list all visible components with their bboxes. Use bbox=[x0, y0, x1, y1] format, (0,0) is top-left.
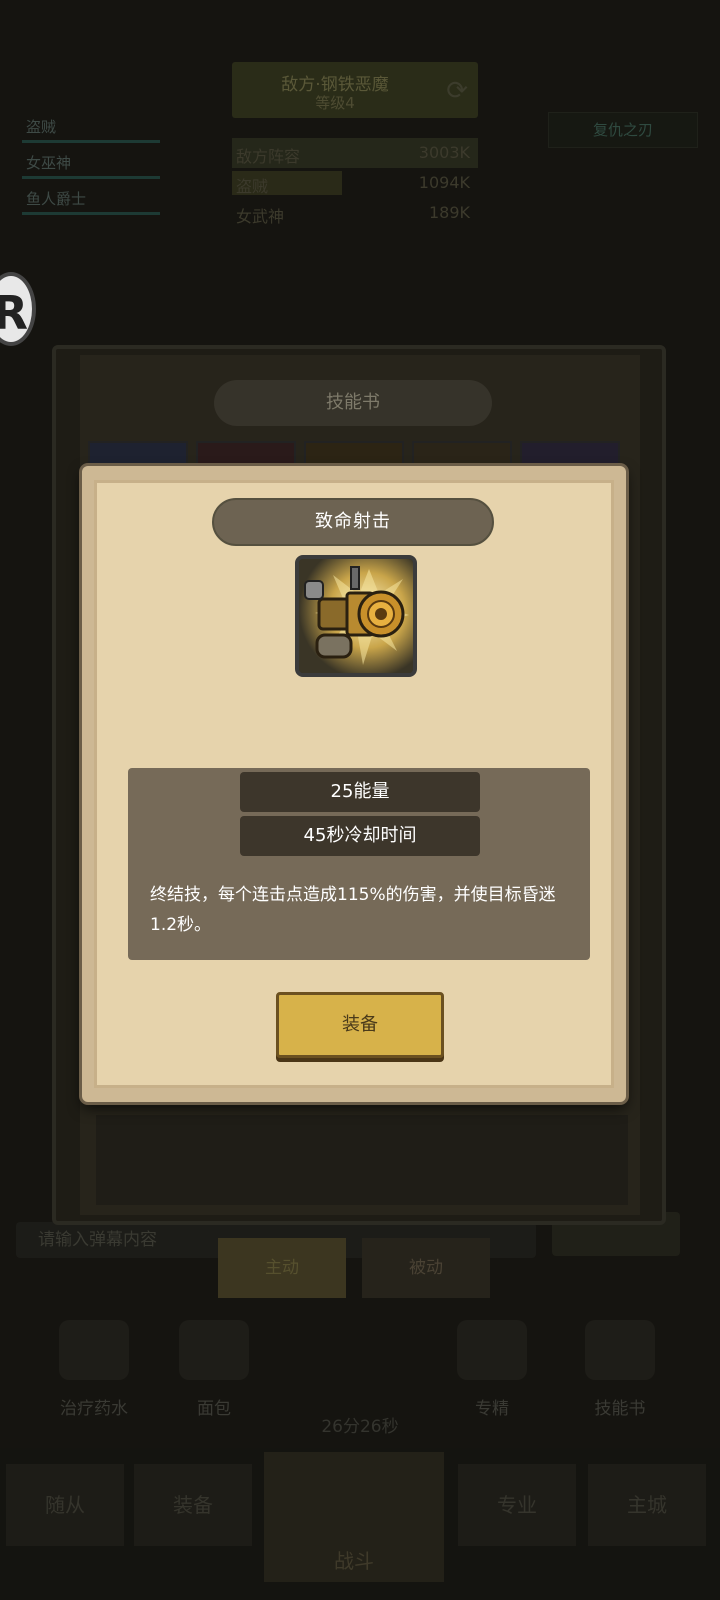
item-mastery[interactable]: 专精 bbox=[432, 1320, 552, 1419]
item-bread[interactable]: 面包 bbox=[154, 1320, 274, 1419]
item-potion[interactable]: 治疗药水 bbox=[34, 1320, 154, 1419]
stat-row: 盗贼 1094K bbox=[232, 168, 478, 198]
bread-icon bbox=[179, 1320, 249, 1380]
tab-active[interactable]: 主动 bbox=[218, 1238, 346, 1298]
revenge-blade-button[interactable]: 复仇之刃 bbox=[548, 112, 698, 148]
skill-name: 致命射击 bbox=[212, 498, 494, 546]
potion-icon bbox=[59, 1320, 129, 1380]
skill-book-footer bbox=[96, 1115, 628, 1205]
damage-stats: 敌方阵容 3003K 盗贼 1094K 女武神 189K bbox=[232, 138, 478, 228]
nav-equipment[interactable]: 装备 bbox=[134, 1464, 252, 1546]
nav-main-city[interactable]: 主城 bbox=[588, 1464, 706, 1546]
r-logo-icon[interactable]: R bbox=[0, 272, 36, 346]
stat-row: 女武神 189K bbox=[236, 203, 470, 226]
nav-followers[interactable]: 随从 bbox=[6, 1464, 124, 1546]
party-member[interactable]: 盗贼 bbox=[16, 112, 166, 148]
skill-description: 终结技，每个连击点造成115%的伤害，并使目标昏迷1.2秒。 bbox=[150, 885, 556, 935]
nav-battle[interactable]: 战斗 bbox=[264, 1452, 444, 1582]
book-icon bbox=[585, 1320, 655, 1380]
tab-passive[interactable]: 被动 bbox=[362, 1238, 490, 1298]
party-member[interactable]: 鱼人爵士 bbox=[16, 184, 166, 220]
mastery-icon bbox=[457, 1320, 527, 1380]
item-skill-book[interactable]: 技能书 bbox=[560, 1320, 680, 1419]
countdown-timer: 26分26秒 bbox=[321, 1417, 399, 1437]
enemy-banner[interactable]: 敌方·钢铁恶魔 等级4 ⟳ bbox=[232, 62, 478, 118]
enemy-level: 等级4 bbox=[315, 94, 355, 112]
skill-book-title: 技能书 bbox=[214, 380, 492, 426]
party-member[interactable]: 女巫神 bbox=[16, 148, 166, 184]
refresh-icon[interactable]: ⟳ bbox=[446, 76, 468, 106]
nav-profession[interactable]: 专业 bbox=[458, 1464, 576, 1546]
cooldown-time: 45秒冷却时间 bbox=[240, 816, 480, 856]
party-list: 盗贼 女巫神 鱼人爵士 bbox=[16, 112, 166, 220]
cannon-icon bbox=[295, 555, 417, 677]
energy-cost: 25能量 bbox=[240, 772, 480, 812]
equip-button[interactable]: 装备 bbox=[276, 992, 444, 1058]
stat-row: 敌方阵容 3003K bbox=[232, 138, 478, 168]
